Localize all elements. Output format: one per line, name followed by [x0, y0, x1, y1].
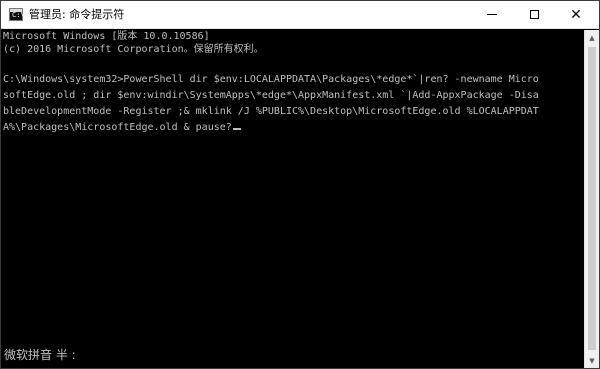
console-line: bleDevelopmentMode -Register ;& mklink /…: [3, 106, 539, 117]
console-line: (c) 2016 Microsoft Corporation。保留所有权利。: [3, 44, 264, 55]
console-line: Microsoft Windows [版本 10.0.10586]: [3, 31, 210, 42]
scroll-down-button[interactable]: ▼: [585, 353, 599, 368]
command-prompt-window: C:\ 管理员: 命令提示符 ✕ Microsoft Windows [版本 1…: [0, 0, 600, 369]
cmd-icon-label: C:\: [12, 11, 25, 19]
title-bar[interactable]: C:\ 管理员: 命令提示符 ✕: [1, 1, 599, 29]
scroll-down-icon: ▼: [589, 356, 595, 365]
console-output[interactable]: Microsoft Windows [版本 10.0.10586] (c) 20…: [3, 30, 583, 368]
console-line: C:\Windows\system32>PowerShell dir $env:…: [3, 74, 539, 85]
minimize-button[interactable]: [475, 1, 509, 28]
scroll-up-button[interactable]: ▲: [585, 30, 599, 45]
console-line: softEdge.old ; dir $env:windir\SystemApp…: [3, 90, 539, 101]
cmd-icon[interactable]: C:\: [9, 8, 25, 21]
scroll-up-icon: ▲: [589, 33, 595, 42]
console-line-text: A%\Packages\MicrosoftEdge.old & pause?: [3, 122, 232, 133]
vertical-scrollbar[interactable]: ▲ ▼: [584, 30, 599, 368]
scroll-thumb[interactable]: [588, 47, 596, 350]
text-cursor: [232, 128, 241, 130]
window-title: 管理员: 命令提示符: [29, 8, 125, 21]
minimize-icon: [487, 14, 497, 15]
close-button[interactable]: ✕: [559, 1, 593, 28]
maximize-button[interactable]: [517, 1, 551, 28]
close-icon: ✕: [570, 6, 582, 23]
ime-status-bar: 微软拼音 半 :: [4, 348, 76, 362]
maximize-icon: [529, 10, 539, 19]
console-prompt-line: A%\Packages\MicrosoftEdge.old & pause?: [3, 121, 241, 135]
